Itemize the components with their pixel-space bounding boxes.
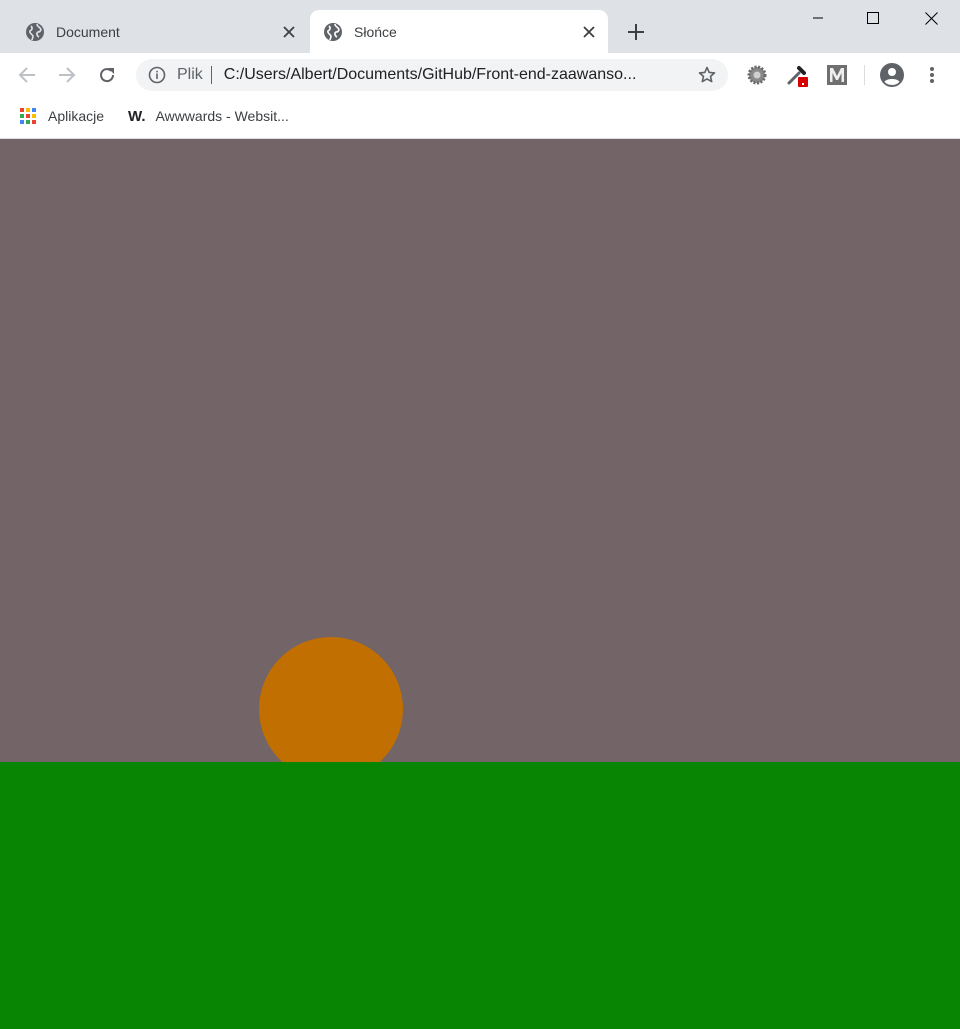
tab-title: Document — [56, 23, 120, 40]
plus-icon — [628, 24, 644, 40]
tab-title: Słońce — [354, 23, 397, 40]
close-tab-icon[interactable] — [579, 22, 599, 42]
browser-toolbar: Plik C:/Users/Albert/Documents/GitHub/Fr… — [0, 53, 960, 98]
minimize-button[interactable] — [790, 0, 846, 36]
new-tab-button[interactable] — [624, 20, 648, 44]
menu-button[interactable] — [918, 61, 946, 89]
url-text[interactable]: C:/Users/Albert/Documents/GitHub/Front-e… — [224, 66, 678, 84]
bookmark-label: Awwwards - Websit... — [155, 108, 289, 124]
profile-button[interactable] — [878, 61, 906, 89]
more-vert-icon — [930, 67, 934, 83]
sun-circle — [259, 637, 403, 781]
maximize-icon — [867, 12, 879, 24]
arrow-left-icon — [18, 67, 35, 83]
account-icon — [880, 63, 904, 87]
awwwards-w-icon: W. — [128, 107, 146, 125]
close-icon — [924, 11, 938, 25]
close-tab-icon[interactable] — [279, 22, 299, 42]
tab-slonce[interactable]: Słońce — [310, 10, 608, 53]
back-button[interactable] — [13, 61, 41, 89]
forward-button[interactable] — [53, 61, 81, 89]
address-bar[interactable]: Plik C:/Users/Albert/Documents/GitHub/Fr… — [136, 59, 728, 91]
bookmarks-bar: Aplikacje W. Awwwards - Websit... — [0, 98, 960, 139]
globe-icon — [26, 22, 44, 41]
bookmark-apps[interactable]: Aplikacje — [19, 105, 104, 127]
reload-button[interactable] — [93, 61, 121, 89]
gear-extension-icon[interactable] — [743, 61, 771, 89]
star-icon[interactable] — [698, 66, 716, 84]
apps-grid-icon — [20, 108, 36, 124]
tab-document[interactable]: Document — [12, 10, 308, 53]
tab-strip: Document Słońce — [0, 0, 960, 53]
page-content — [0, 139, 960, 1029]
eyedropper-extension-icon[interactable] — [783, 61, 811, 89]
m-extension-icon[interactable] — [823, 61, 851, 89]
info-icon[interactable] — [148, 66, 166, 84]
bookmark-label: Aplikacje — [48, 108, 105, 124]
globe-icon — [324, 22, 342, 41]
bookmark-awwwards[interactable]: W. Awwwards - Websit... — [128, 105, 289, 127]
maximize-button[interactable] — [845, 0, 901, 36]
close-window-button[interactable] — [903, 0, 959, 36]
scheme-label: Plik — [177, 66, 203, 83]
arrow-right-icon — [59, 67, 76, 83]
omnibox-separator — [210, 66, 212, 84]
ground — [0, 762, 960, 1029]
toolbar-separator — [864, 65, 865, 85]
reload-icon — [100, 68, 115, 83]
minimize-icon — [813, 17, 823, 19]
